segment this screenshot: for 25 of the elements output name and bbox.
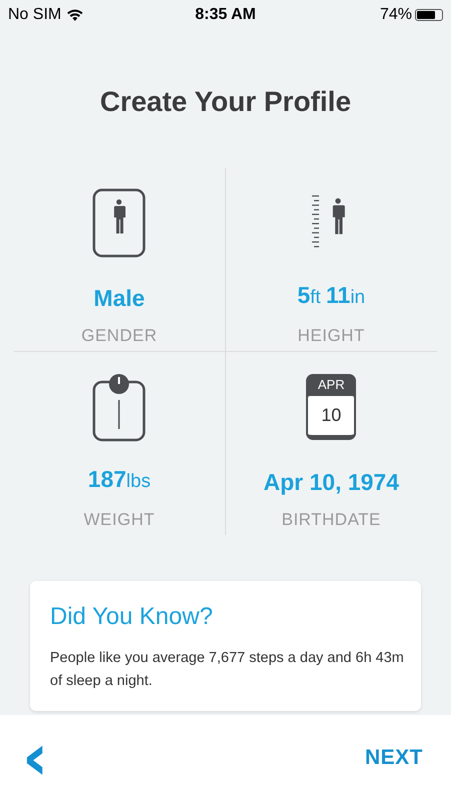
weight-label: WEIGHT <box>84 510 155 530</box>
page-title: Create Your Profile <box>98 85 352 119</box>
profile-option[interactable]: Male GENDER <box>14 168 226 352</box>
tip-title: Did You Know? <box>50 603 214 631</box>
tip-text: People like you average 7,677 steps a day and 6h 43m of sleep a night. <box>50 649 405 691</box>
carrier-label: No SIM <box>8 6 62 24</box>
birthdate-value: Apr 10, 1974 <box>263 468 400 496</box>
height-value: 5ft 11in <box>297 284 366 310</box>
gender-value: Male <box>94 284 145 312</box>
profile-option[interactable]: 5ft 11in HEIGHT <box>226 168 437 352</box>
battery-label: 74% <box>380 6 412 24</box>
next-button[interactable]: NEXT <box>364 746 423 770</box>
birthdate-label: BIRTHDATE <box>282 510 381 530</box>
profile-option[interactable]: APR 10 Apr 10, 1974 BIRTHDATE <box>226 352 437 535</box>
wifi-icon <box>67 9 84 21</box>
profile-option[interactable]: 187lbs WEIGHT <box>14 352 226 535</box>
gender-label: GENDER <box>81 326 158 346</box>
weight-value: 187lbs <box>88 468 151 494</box>
calendar-icon: APR 10 <box>306 374 356 440</box>
scale-icon <box>92 372 146 442</box>
person-icon <box>92 188 146 258</box>
back-button[interactable]: ‹ <box>18 734 52 782</box>
battery-icon <box>415 9 444 21</box>
clock-label: 8:35 AM <box>195 6 256 24</box>
height-label: HEIGHT <box>298 326 365 346</box>
